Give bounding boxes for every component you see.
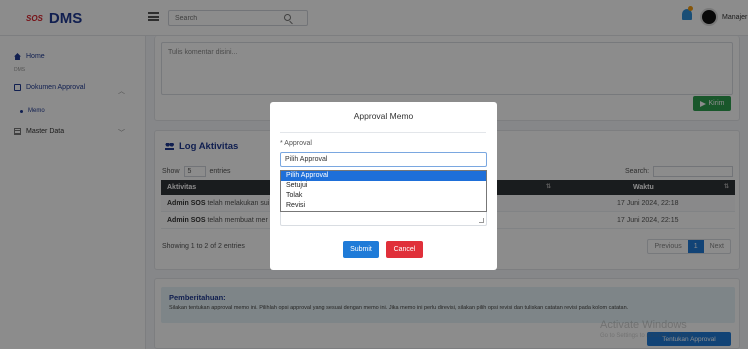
dropdown-option-tolak[interactable]: Tolak xyxy=(281,191,486,201)
dropdown-option-setujui[interactable]: Setujui xyxy=(281,181,486,191)
approval-dropdown-list: Pilih Approval Setujui Tolak Revisi xyxy=(280,170,487,212)
modal-title: Approval Memo xyxy=(353,111,414,121)
dropdown-option-pilih-approval[interactable]: Pilih Approval xyxy=(281,171,486,181)
dropdown-option-revisi[interactable]: Revisi xyxy=(281,201,486,211)
approval-modal: Approval Memo * Approval Pilih Approval … xyxy=(270,102,497,270)
approval-label: * Approval xyxy=(280,140,312,147)
cancel-button[interactable]: Cancel xyxy=(386,241,423,258)
submit-button[interactable]: Submit xyxy=(343,241,379,258)
modal-divider xyxy=(280,132,486,133)
approval-select[interactable]: Pilih Approval xyxy=(280,152,487,167)
